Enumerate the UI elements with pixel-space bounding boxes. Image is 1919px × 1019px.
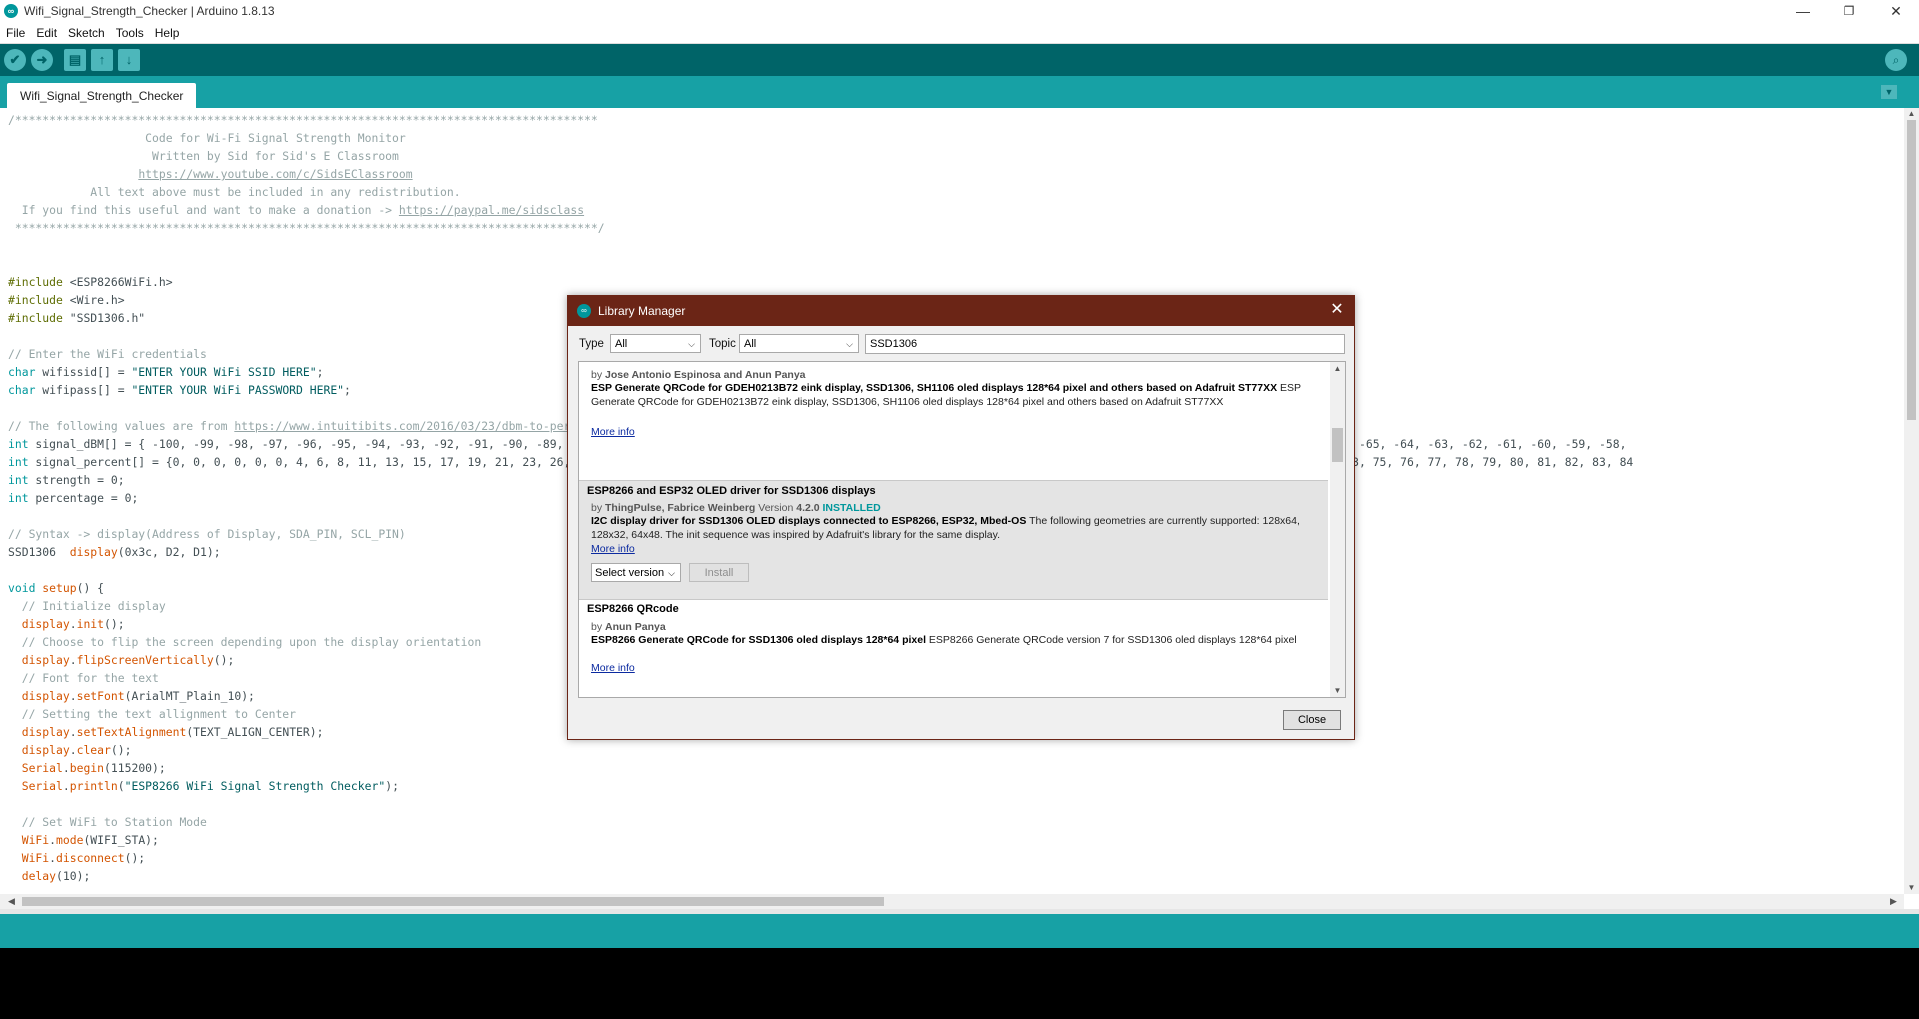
code-line: Written by Sid for Sid's E Classroom (8, 149, 399, 163)
library-list[interactable]: by Jose Antonio Espinosa and Anun Panya … (578, 361, 1346, 698)
library-name: ESP8266 QRcode (587, 603, 679, 615)
menu-edit[interactable]: Edit (31, 24, 63, 43)
code-line: delay(10); (21, 869, 91, 883)
code-line: ​ (8, 795, 1633, 813)
code-line: Code for Wi-Fi Signal Strength Monitor (8, 131, 406, 145)
installed-badge: INSTALLED (822, 502, 881, 514)
scroll-up-icon[interactable]: ▲ (1904, 108, 1919, 120)
list-item-selected[interactable]: ESP8266 and ESP32 OLED driver for SSD130… (579, 480, 1328, 600)
chevron-down-icon: ⌵ (688, 339, 695, 349)
code-line: ​ (8, 237, 1633, 255)
upload-button[interactable]: ➜ (31, 49, 53, 71)
code-line: If you find this useful and want to make… (8, 203, 585, 217)
code-line: Serial.println("ESP8266 WiFi Signal Stre… (21, 779, 399, 793)
more-info-link[interactable]: More info (591, 662, 635, 674)
code-line: /***************************************… (8, 113, 598, 127)
close-window-button[interactable]: ✕ (1873, 0, 1919, 24)
new-sketch-button[interactable]: ▤ (64, 49, 86, 71)
library-list-scrollbar[interactable]: ▲ ▼ (1330, 362, 1345, 697)
arduino-logo-icon: ∞ (4, 4, 18, 18)
editor-horizontal-scrollbar[interactable]: ◀ ▶ (0, 894, 1904, 909)
menu-sketch[interactable]: Sketch (63, 24, 111, 43)
tab-bar: Wifi_Signal_Strength_Checker ▼ (0, 76, 1919, 108)
library-authors: by Jose Antonio Espinosa and Anun Panya (591, 369, 806, 381)
restore-button[interactable]: ❐ (1826, 0, 1872, 24)
chevron-down-icon: ⌵ (668, 568, 675, 578)
horizontal-scroll-thumb[interactable] (22, 897, 884, 906)
scroll-right-icon[interactable]: ▶ (1886, 894, 1901, 909)
menu-file[interactable]: File (0, 24, 31, 43)
dialog-title: Library Manager (598, 304, 686, 318)
save-sketch-button[interactable]: ↓ (118, 49, 140, 71)
code-line: ****************************************… (8, 221, 605, 235)
close-button[interactable]: Close (1283, 710, 1341, 730)
library-list-scroll-thumb[interactable] (1332, 428, 1343, 462)
serial-monitor-button[interactable]: ⌕ (1885, 49, 1907, 71)
library-description: ESP8266 Generate QRCode for SSD1306 oled… (591, 634, 1297, 646)
scroll-down-icon[interactable]: ▼ (1904, 882, 1919, 894)
vertical-scroll-thumb[interactable] (1907, 120, 1916, 420)
code-line: display.clear(); (21, 743, 132, 757)
library-manager-dialog: ∞ Library Manager ✕ Type All ⌵ Topic All… (567, 295, 1355, 740)
code-line: https://www.youtube.com/c/SidsEClassroom (138, 167, 413, 181)
code-line: #include <ESP8266WiFi.h> (8, 275, 173, 289)
more-info-link[interactable]: More info (591, 543, 635, 555)
arduino-ide-window: ∞ Wifi_Signal_Strength_Checker | Arduino… (0, 0, 1919, 1019)
code-line: WiFi.disconnect(); (21, 851, 146, 865)
verify-button[interactable]: ✔ (4, 49, 26, 71)
library-authors: by ThingPulse, Fabrice Weinberg Version … (591, 502, 881, 514)
list-item[interactable]: ESP8266 QRcode by Anun Panya ESP8266 Gen… (579, 600, 1328, 697)
select-version-dropdown[interactable]: Select version ⌵ (591, 563, 681, 582)
status-bar (0, 914, 1919, 948)
library-description: I2C display driver for SSD1306 OLED disp… (591, 515, 1300, 541)
library-description: ESP Generate QRCode for GDEH0213B72 eink… (591, 382, 1301, 408)
scroll-left-icon[interactable]: ◀ (4, 894, 19, 909)
topic-select-value: All (744, 338, 757, 350)
topic-select[interactable]: All ⌵ (739, 334, 859, 353)
chevron-down-icon: ⌵ (846, 339, 853, 349)
library-search-input[interactable]: SSD1306 (865, 334, 1345, 354)
type-label: Type (579, 338, 604, 350)
select-version-value: Select version (595, 567, 665, 579)
title-bar: ∞ Wifi_Signal_Strength_Checker | Arduino… (0, 0, 1919, 24)
code-line: // Set WiFi to Station Mode (8, 815, 207, 829)
menu-tools[interactable]: Tools (111, 24, 150, 43)
menu-bar: File Edit Sketch Tools Help (0, 24, 1919, 44)
editor-vertical-scrollbar[interactable]: ▲ ▼ (1904, 108, 1919, 894)
tab-sketch[interactable]: Wifi_Signal_Strength_Checker (7, 83, 197, 108)
code-line: All text above must be included in any r… (8, 185, 461, 199)
arduino-logo-icon: ∞ (577, 304, 591, 318)
list-item[interactable]: by Jose Antonio Espinosa and Anun Panya … (579, 362, 1328, 480)
code-line: WiFi.mode(WIFI_STA); (21, 833, 159, 847)
open-sketch-button[interactable]: ↑ (91, 49, 113, 71)
tab-menu-chevron-down-icon[interactable]: ▼ (1881, 85, 1897, 99)
dialog-close-icon[interactable]: ✕ (1328, 301, 1346, 319)
more-info-link[interactable]: More info (591, 426, 635, 438)
code-line: Serial.begin(115200); (21, 761, 166, 775)
library-name: ESP8266 and ESP32 OLED driver for SSD130… (587, 485, 876, 497)
window-title: Wifi_Signal_Strength_Checker | Arduino 1… (24, 4, 275, 18)
type-select[interactable]: All ⌵ (610, 334, 701, 353)
toolbar: ✔ ➜ ▤ ↑ ↓ ⌕ (0, 44, 1919, 76)
minimize-button[interactable]: — (1780, 0, 1826, 24)
type-select-value: All (615, 338, 628, 350)
scroll-down-icon[interactable]: ▼ (1330, 686, 1345, 695)
topic-label: Topic (709, 338, 736, 350)
output-console (0, 948, 1919, 1019)
install-button[interactable]: Install (689, 563, 749, 582)
scroll-up-icon[interactable]: ▲ (1330, 364, 1345, 373)
menu-help[interactable]: Help (150, 24, 186, 43)
library-authors: by Anun Panya (591, 621, 666, 633)
code-line: ​ (8, 255, 1633, 273)
dialog-title-bar: ∞ Library Manager ✕ (568, 296, 1354, 326)
